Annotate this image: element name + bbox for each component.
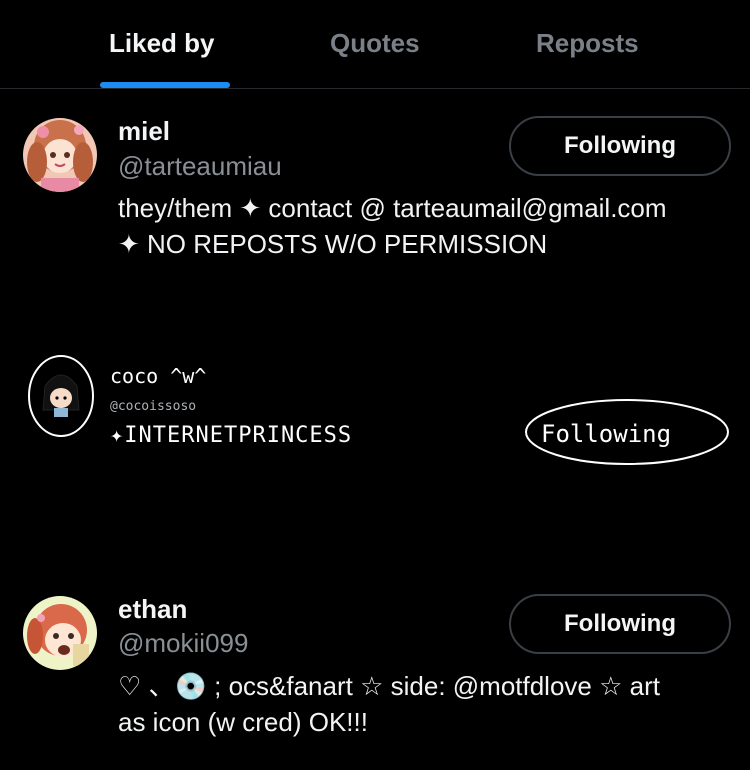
bio-line: they/them ✦ contact @ tarteaumail@gmail.… xyxy=(118,193,667,223)
user-bio: ♡ 、💿 ; ocs&fanart ☆ side: @motfdlove ☆ a… xyxy=(118,668,660,740)
user-name[interactable]: coco ^w^ xyxy=(110,364,206,388)
avatar[interactable] xyxy=(23,596,97,670)
avatar[interactable] xyxy=(23,118,97,192)
user-bio: they/them ✦ contact @ tarteaumail@gmail.… xyxy=(118,190,667,262)
following-button[interactable]: Following xyxy=(509,116,731,176)
tab-quotes[interactable]: Quotes xyxy=(330,28,420,59)
tab-liked-by[interactable]: Liked by xyxy=(109,28,214,59)
user-name[interactable]: ethan xyxy=(118,594,187,625)
user-bio: ✦INTERNETPRINCESS xyxy=(110,423,352,448)
user-handle: @cocoissoso xyxy=(110,399,196,414)
user-handle: @tarteaumiau xyxy=(118,151,282,181)
bio-line: ♡ 、💿 ; ocs&fanart ☆ side: @motfdlove ☆ a… xyxy=(118,671,660,701)
following-button[interactable]: Following xyxy=(509,594,731,654)
tab-reposts[interactable]: Reposts xyxy=(536,28,639,59)
bio-line: as icon (w cred) OK!!! xyxy=(118,707,368,737)
user-name[interactable]: miel xyxy=(118,116,170,147)
avatar-illustration xyxy=(23,118,97,192)
active-tab-indicator xyxy=(100,82,230,88)
following-button[interactable]: Following xyxy=(541,420,671,448)
avatar-illustration xyxy=(23,596,97,670)
user-handle: @mokii099 xyxy=(118,628,249,658)
hand-drawn-user-row: coco ^w^ @cocoissoso ✦INTERNETPRINCESS F… xyxy=(28,355,729,465)
bio-line: ✦ NO REPOSTS W/O PERMISSION xyxy=(118,229,548,259)
avatar-chibi-face xyxy=(42,374,80,417)
tab-bar: Liked by Quotes Reposts xyxy=(0,0,750,89)
